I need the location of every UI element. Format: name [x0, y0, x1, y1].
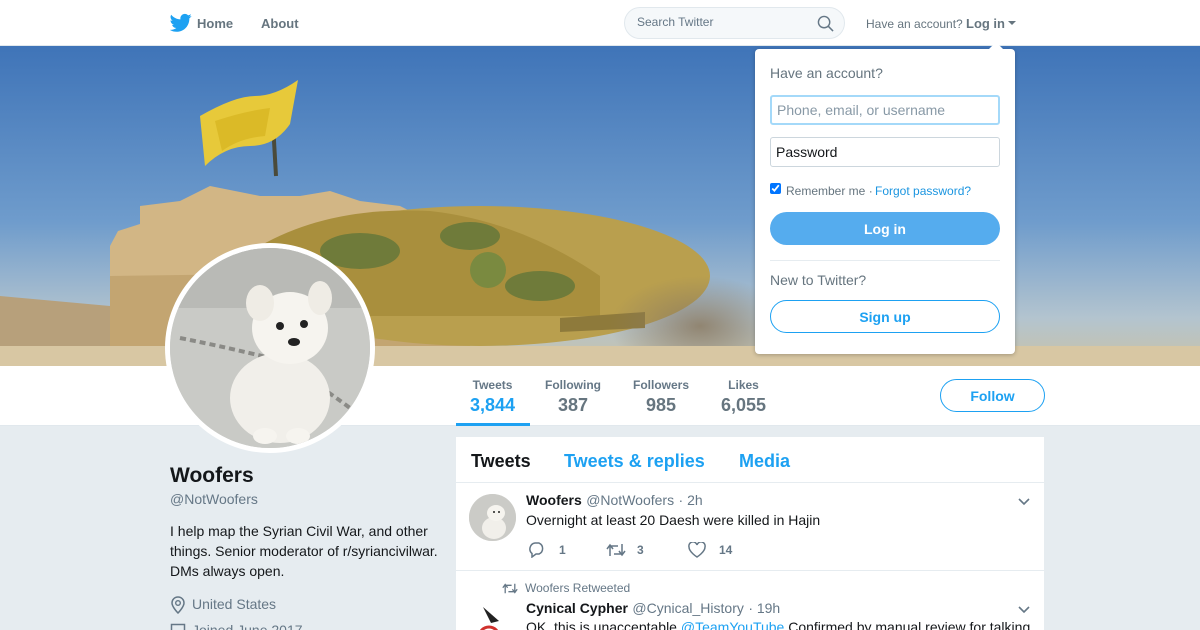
- twitter-bird-icon[interactable]: [170, 13, 192, 33]
- profile-handle[interactable]: @NotWoofers: [170, 491, 258, 507]
- profile-location-text: United States: [192, 596, 277, 612]
- tweet-avatar-photo: [469, 599, 516, 630]
- search-box[interactable]: [624, 7, 845, 39]
- retweet-icon: [502, 583, 518, 594]
- tweet-item[interactable]: Woofers Retweeted Cynical Cypher @Cynica…: [456, 571, 1044, 630]
- stat-likes-value: 6,055: [721, 395, 767, 415]
- caret-down-icon[interactable]: [1008, 21, 1016, 25]
- forgot-password-link[interactable]: Forgot password?: [875, 184, 971, 198]
- calendar-icon: [170, 623, 186, 630]
- username-field[interactable]: [770, 95, 1000, 125]
- tweet-text: OK, this is unacceptable @TeamYouTube Co…: [526, 619, 1030, 630]
- chevron-down-icon[interactable]: [1018, 606, 1030, 614]
- stat-following-value: 387: [557, 395, 589, 415]
- stat-tweets[interactable]: Tweets 3,844: [470, 378, 515, 416]
- tweet-text: Overnight at least 20 Daesh were killed …: [526, 512, 821, 528]
- have-account-text: Have an account?: [866, 17, 963, 31]
- profile-joined-text: Joined June 2017: [192, 622, 303, 630]
- retweet-context-text[interactable]: Woofers Retweeted: [525, 581, 630, 595]
- dropdown-divider: [770, 260, 1000, 261]
- search-input[interactable]: [637, 15, 807, 29]
- like-icon: [688, 542, 706, 558]
- tweet-avatar-photo: [469, 494, 516, 541]
- follow-button[interactable]: Follow: [940, 379, 1045, 412]
- retweet-count: 3: [637, 543, 644, 557]
- tweet-mention-link[interactable]: @TeamYouTube: [681, 619, 784, 630]
- stat-followers-value: 985: [645, 395, 677, 415]
- tweet-text-end: Confirmed by manual review for talking: [784, 619, 1031, 630]
- timeline-tabs: Tweets Tweets & replies Media: [456, 437, 1044, 483]
- signup-button[interactable]: Sign up: [770, 300, 1000, 333]
- tweet-text-start: OK, this is unacceptable: [526, 619, 681, 630]
- tweet-item[interactable]: Woofers @NotWoofers · 2h Overnight at le…: [456, 483, 1044, 571]
- remember-me-checkbox[interactable]: [770, 183, 781, 194]
- tweet-author-handle[interactable]: @NotWoofers: [586, 492, 674, 508]
- tweet-author-avatar[interactable]: [469, 599, 516, 630]
- tweet-header: Cynical Cypher @Cynical_History · 19h: [526, 600, 780, 618]
- dropdown-arrow: [988, 42, 1004, 50]
- retweet-icon: [606, 543, 626, 557]
- stat-tweets-value: 3,844: [470, 395, 516, 415]
- tweet-author-avatar[interactable]: [469, 494, 516, 541]
- profile-bio: I help map the Syrian Civil War, and oth…: [170, 523, 438, 579]
- tab-media[interactable]: Media: [739, 451, 790, 472]
- location-pin-icon: [171, 596, 185, 615]
- login-dropdown-title: Have an account?: [770, 65, 883, 81]
- search-icon[interactable]: [817, 15, 834, 32]
- puppy-illustration: [170, 248, 370, 448]
- nav-home-link[interactable]: Home: [197, 16, 233, 31]
- stat-following[interactable]: Following 387: [545, 378, 601, 416]
- nav-about-link[interactable]: About: [261, 16, 299, 31]
- stat-following-label: Following: [545, 378, 601, 392]
- stat-followers[interactable]: Followers 985: [633, 378, 689, 416]
- login-dropdown-toggle[interactable]: Log in: [966, 16, 1005, 31]
- login-button[interactable]: Log in: [770, 212, 1000, 245]
- tweet-author-name[interactable]: Cynical Cypher: [526, 600, 628, 616]
- active-stat-underline: [456, 423, 530, 426]
- profile-location: United States: [170, 596, 276, 617]
- new-to-twitter-text: New to Twitter?: [770, 272, 867, 288]
- chevron-down-icon[interactable]: [1018, 498, 1030, 506]
- profile-joined: Joined June 2017: [170, 622, 303, 630]
- remember-me-label[interactable]: Remember me ·: [786, 184, 873, 198]
- tweet-header: Woofers @NotWoofers · 2h: [526, 492, 703, 510]
- timeline: Tweets Tweets & replies Media Woofers @N…: [456, 437, 1044, 630]
- stat-followers-label: Followers: [633, 378, 690, 392]
- like-count: 14: [719, 543, 733, 557]
- reply-count: 1: [559, 543, 566, 557]
- tab-tweets[interactable]: Tweets: [471, 451, 531, 472]
- stat-tweets-label: Tweets: [472, 378, 513, 392]
- top-navigation-bar: Home About Have an account? Log in: [0, 0, 1200, 46]
- profile-name[interactable]: Woofers: [170, 464, 254, 488]
- stat-likes[interactable]: Likes 6,055: [721, 378, 766, 416]
- login-dropdown: Have an account? Remember me · Forgot pa…: [755, 42, 1015, 354]
- tweet-timestamp[interactable]: · 2h: [679, 492, 703, 508]
- stat-likes-label: Likes: [728, 378, 759, 392]
- tweet-timestamp[interactable]: · 19h: [748, 600, 780, 616]
- avatar-photo: [170, 248, 370, 448]
- tab-tweets-and-replies[interactable]: Tweets & replies: [564, 451, 705, 472]
- password-field[interactable]: [770, 137, 1000, 167]
- reply-icon: [529, 542, 544, 558]
- tweet-author-handle[interactable]: @Cynical_History: [632, 600, 743, 616]
- profile-avatar[interactable]: [165, 243, 375, 453]
- tweet-author-name[interactable]: Woofers: [526, 492, 582, 508]
